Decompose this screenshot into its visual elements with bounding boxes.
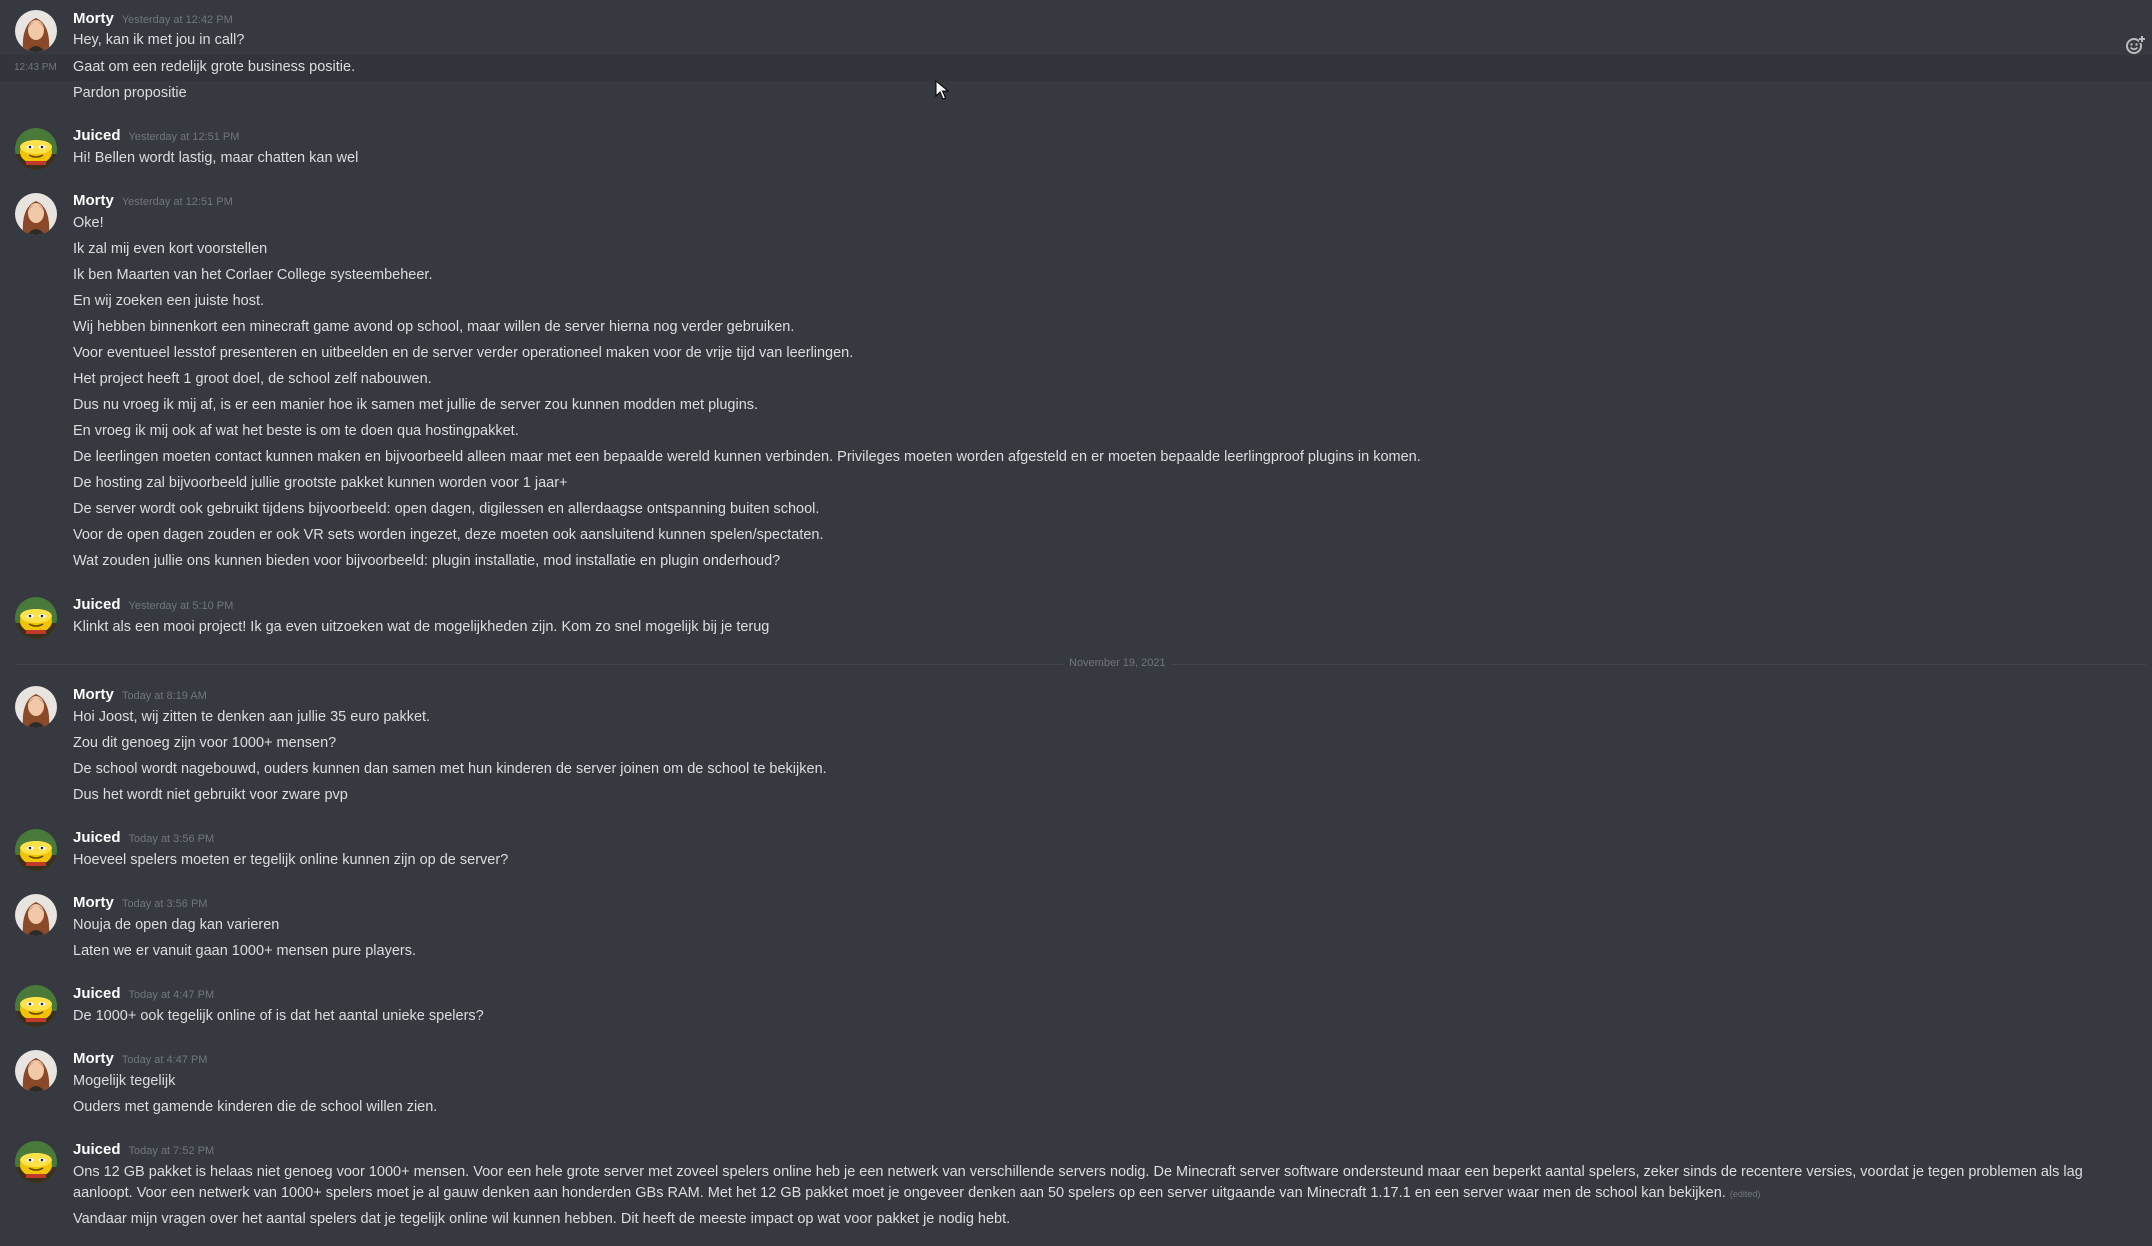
message-line: Ouders met gamende kinderen die de schoo… [73,1099,438,1115]
message-header: Juiced Today at 7:52 PM [73,1141,214,1161]
message-line: Gaat om een redelijk grote business posi… [73,59,356,75]
message-line: Ons 12 GB pakket is helaas niet genoeg v… [73,1162,2123,1205]
timestamp: Yesterday at 5:10 PM [128,600,234,612]
message-line: Dus nu vroeg ik mij af, is er een manier… [73,397,759,413]
message-header: Juiced Today at 4:47 PM [73,985,214,1005]
avatar-morty[interactable] [15,894,57,936]
username[interactable]: Morty [73,686,114,703]
username[interactable]: Morty [73,192,114,209]
message-header: Juiced Yesterday at 12:51 PM [73,127,239,147]
message-line: Ik ben Maarten van het Corlaer College s… [73,267,433,283]
message-line: Het project heeft 1 groot doel, de schoo… [73,371,432,387]
message-header: Morty Today at 8:19 AM [73,686,207,706]
edited-label: (edited) [1729,1189,1761,1199]
message-line: Dus het wordt niet gebruikt voor zware p… [73,787,348,803]
add-reaction-button[interactable] [2124,34,2146,56]
timestamp: Today at 3:56 PM [128,833,215,845]
message-line: Hi! Bellen wordt lastig, maar chatten ka… [73,150,359,166]
message-line: Wat zouden jullie ons kunnen bieden voor… [73,553,781,569]
timestamp: Today at 7:52 PM [128,1145,215,1157]
hover-timestamp: 12:43 PM [14,62,57,73]
message-header: Juiced Today at 3:56 PM [73,829,214,849]
avatar-juiced[interactable] [15,985,57,1027]
message-line: En vroeg ik mij ook af wat het beste is … [73,423,519,439]
avatar-morty[interactable] [15,1050,57,1092]
message-line: Mogelijk tegelijk [73,1073,176,1089]
message-line: De 1000+ ook tegelijk online of is dat h… [73,1008,484,1024]
timestamp: Yesterday at 12:42 PM [121,14,233,26]
message-line: Vandaar mijn vragen over het aantal spel… [73,1211,1011,1227]
message-line: En wij zoeken een juiste host. [73,293,265,309]
username[interactable]: Morty [73,1050,114,1067]
message-line: Klinkt als een mooi project! Ik ga even … [73,619,770,635]
message-line: Nouja de open dag kan varieren [73,917,280,933]
timestamp: Yesterday at 12:51 PM [128,131,240,143]
username[interactable]: Juiced [73,829,121,846]
message-line: Zou dit genoeg zijn voor 1000+ mensen? [73,735,337,751]
username[interactable]: Juiced [73,127,121,144]
message-header: Juiced Yesterday at 5:10 PM [73,596,233,616]
username[interactable]: Juiced [73,985,121,1002]
message-line: De hosting zal bijvoorbeeld jullie groot… [73,475,568,491]
message-header: Morty Yesterday at 12:42 PM [73,10,233,30]
message-header: Morty Yesterday at 12:51 PM [73,192,233,212]
avatar-juiced[interactable] [15,597,57,639]
avatar-juiced[interactable] [15,1141,57,1183]
avatar-morty[interactable] [15,10,57,52]
avatar-morty[interactable] [15,686,57,728]
avatar-juiced[interactable] [15,829,57,871]
avatar-morty[interactable] [15,193,57,235]
timestamp: Today at 3:56 PM [121,898,208,910]
message-line: Wij hebben binnenkort een minecraft game… [73,319,795,335]
add-reaction-icon [2126,35,2145,54]
message-line: Laten we er vanuit gaan 1000+ mensen pur… [73,943,416,959]
message-line: Hoeveel spelers moeten er tegelijk onlin… [73,852,509,868]
timestamp: Yesterday at 12:51 PM [121,196,233,208]
mouse-pointer-icon [935,80,949,100]
username[interactable]: Juiced [73,1141,121,1158]
timestamp: Today at 4:47 PM [128,989,215,1001]
username[interactable]: Juiced [73,596,121,613]
username[interactable]: Morty [73,10,114,27]
timestamp: Today at 4:47 PM [121,1054,208,1066]
chat-messages: Morty Yesterday at 12:42 PM Hey, kan ik m… [0,0,2152,1246]
message-line: Hoi Joost, wij zitten te denken aan jull… [73,709,431,725]
message-header: Morty Today at 3:56 PM [73,894,207,914]
timestamp: Today at 8:19 AM [121,690,207,702]
message-line: Voor eventueel lesstof presenteren en ui… [73,345,854,361]
message-line: Ik zal mij even kort voorstellen [73,241,268,257]
message-line: Hey, kan ik met jou in call? [73,32,245,48]
avatar-juiced[interactable] [15,128,57,170]
message-line: Oke! [73,215,104,231]
message-line: De server wordt ook gebruikt tijdens bij… [73,501,820,517]
message-header: Morty Today at 4:47 PM [73,1050,207,1070]
username[interactable]: Morty [73,894,114,911]
message-line: Voor de open dagen zouden er ook VR sets… [73,527,824,543]
message-line: Pardon propositie [73,85,187,101]
message-line: De leerlingen moeten contact kunnen make… [73,449,1421,465]
date-divider-label: November 19, 2021 [1063,657,1172,669]
message-text: Ons 12 GB pakket is helaas niet genoeg v… [73,1164,2083,1201]
message-line: De school wordt nagebouwd, ouders kunnen… [73,761,827,777]
